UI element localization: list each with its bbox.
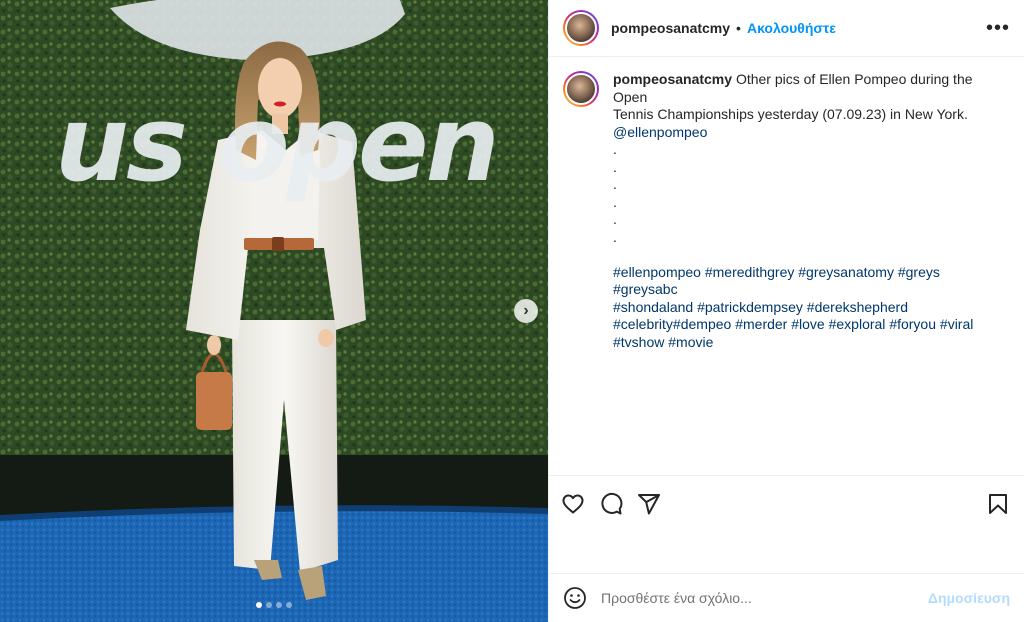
- emoji-icon[interactable]: [563, 586, 587, 610]
- comment-icon[interactable]: [599, 492, 623, 516]
- hashtag-line: #shondaland #patrickdempsey #derekshephe…: [613, 299, 1003, 317]
- hashtag-link[interactable]: #movie: [668, 334, 713, 350]
- avatar-image: [565, 12, 597, 44]
- caption-dot: .: [613, 176, 617, 192]
- action-bar: [549, 475, 1024, 531]
- bookmark-icon[interactable]: [986, 492, 1010, 516]
- post-photo[interactable]: us open ›: [0, 0, 548, 622]
- caption-username[interactable]: pompeosanatcmy: [613, 71, 732, 87]
- hashtag-link[interactable]: #shondaland: [613, 299, 693, 315]
- post-header: pompeosanatcmy • Ακολουθήστε •••: [549, 0, 1024, 57]
- comment-box: Δημοσίευση: [549, 573, 1024, 622]
- caption-dot: .: [613, 158, 617, 175]
- caption-dot: .: [613, 193, 617, 210]
- instagram-post: us open › pompeosanatcmy • Ακολουθήστε •…: [0, 0, 1024, 622]
- heart-icon[interactable]: [561, 492, 585, 516]
- hashtag-link[interactable]: #exploral: [829, 316, 886, 332]
- caption-area: pompeosanatcmy Other pics of Ellen Pompe…: [549, 57, 1024, 475]
- avatar[interactable]: [563, 10, 599, 46]
- caption-dot: .: [613, 141, 617, 157]
- hashtag-link[interactable]: #dempeo: [673, 316, 731, 332]
- share-icon[interactable]: [637, 492, 661, 516]
- carousel-dot: [276, 602, 282, 608]
- hashtag-link[interactable]: #derekshepherd: [807, 299, 908, 315]
- hashtag-link[interactable]: #merder: [735, 316, 787, 332]
- follow-button[interactable]: Ακολουθήστε: [747, 20, 836, 36]
- carousel-indicator: [256, 602, 292, 608]
- header-username[interactable]: pompeosanatcmy: [611, 20, 730, 36]
- separator-dot: •: [736, 20, 741, 36]
- hashtag-link[interactable]: #love: [791, 316, 824, 332]
- likes-area: [549, 531, 1024, 573]
- hashtag-line: #tvshow #movie: [613, 334, 1003, 352]
- hashtag-link[interactable]: #tvshow: [613, 334, 664, 350]
- post-comment-button[interactable]: Δημοσίευση: [928, 590, 1010, 606]
- carousel-dot: [286, 602, 292, 608]
- next-image-button[interactable]: ›: [514, 299, 538, 323]
- caption-text-line-2: Tennis Championships yesterday (07.09.23…: [613, 106, 968, 122]
- chevron-right-icon: ›: [523, 302, 529, 319]
- caption-mention-link[interactable]: @ellenpompeo: [613, 124, 1003, 142]
- hashtag-line: #ellenpompeo #meredithgrey #greysanatomy…: [613, 264, 1003, 299]
- hashtag-link[interactable]: #greys: [898, 264, 940, 280]
- post-details-panel: pompeosanatcmy • Ακολουθήστε ••• pompeos…: [548, 0, 1024, 622]
- hashtag-link[interactable]: #patrickdempsey: [697, 299, 803, 315]
- hashtag-link[interactable]: #ellenpompeo: [613, 264, 701, 280]
- caption-dot: .: [613, 211, 617, 227]
- hashtag-line: #celebrity#dempeo #merder #love #explora…: [613, 316, 1003, 334]
- caption-dot: .: [613, 228, 617, 245]
- hashtag-link[interactable]: #greysanatomy: [798, 264, 894, 280]
- caption-avatar[interactable]: [563, 71, 599, 107]
- avatar-image: [565, 73, 597, 105]
- hashtag-link[interactable]: #greysabc: [613, 281, 678, 297]
- hashtag-link[interactable]: #meredithgrey: [705, 264, 795, 280]
- caption: pompeosanatcmy Other pics of Ellen Pompe…: [563, 71, 1010, 351]
- caption-body: pompeosanatcmy Other pics of Ellen Pompe…: [613, 71, 1003, 351]
- more-options-icon[interactable]: •••: [986, 18, 1010, 38]
- carousel-dot: [256, 602, 262, 608]
- comment-input[interactable]: [601, 590, 928, 606]
- hashtag-link[interactable]: #celebrity: [613, 316, 673, 332]
- us-open-logo-text: us open: [55, 83, 500, 205]
- carousel-dot: [266, 602, 272, 608]
- hashtag-link[interactable]: #foryou: [889, 316, 936, 332]
- hashtag-link[interactable]: #viral: [940, 316, 973, 332]
